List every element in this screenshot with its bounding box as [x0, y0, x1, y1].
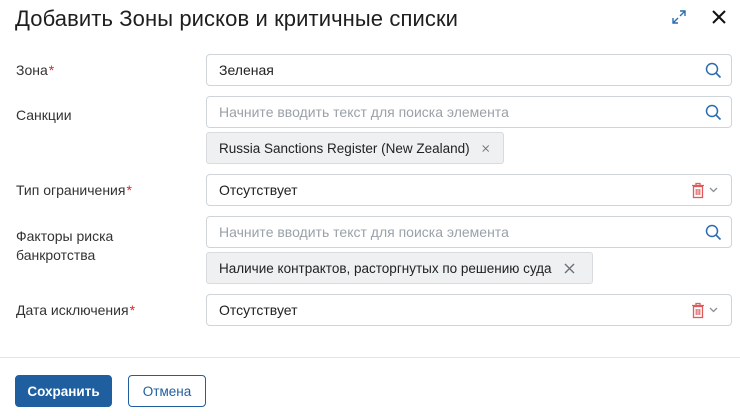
remove-chip-icon[interactable] — [481, 143, 489, 154]
exclusion-date-value: Отсутствует — [219, 302, 298, 318]
zone-value: Зеленая — [219, 62, 274, 78]
restriction-type-value: Отсутствует — [219, 182, 298, 198]
trash-icon[interactable] — [691, 302, 705, 319]
sanctions-placeholder: Начните вводить текст для поиска элемент… — [219, 104, 509, 120]
required-mark: * — [48, 62, 55, 78]
sanctions-chip: Russia Sanctions Register (New Zealand) — [206, 132, 504, 164]
footer-divider — [0, 357, 740, 358]
exclusion-date-label: Дата исключения* — [16, 302, 136, 318]
cancel-button[interactable]: Отмена — [128, 375, 206, 407]
chevron-down-icon[interactable] — [709, 187, 718, 193]
bankruptcy-factors-placeholder: Начните вводить текст для поиска элемент… — [219, 224, 509, 240]
expand-icon[interactable] — [671, 9, 687, 25]
dialog-title: Добавить Зоны рисков и критичные списки — [15, 6, 459, 31]
required-mark: * — [129, 302, 136, 318]
search-icon[interactable] — [705, 62, 722, 79]
required-mark: * — [126, 182, 132, 198]
bankruptcy-factor-chip: Наличие контрактов, расторгнутых по реше… — [206, 252, 593, 284]
chip-label: Наличие контрактов, расторгнутых по реше… — [219, 260, 552, 276]
zone-field[interactable]: Зеленая — [206, 54, 732, 86]
bankruptcy-factors-label: Факторы риска банкротства — [16, 228, 114, 263]
chip-label: Russia Sanctions Register (New Zealand) — [219, 140, 470, 156]
restriction-type-label: Тип ограничения* — [16, 182, 132, 198]
save-button[interactable]: Сохранить — [15, 375, 112, 407]
restriction-type-select[interactable]: Отсутствует — [206, 174, 732, 206]
close-icon[interactable] — [710, 8, 728, 26]
search-icon[interactable] — [705, 104, 722, 121]
chevron-down-icon[interactable] — [709, 307, 718, 313]
search-icon[interactable] — [705, 224, 722, 241]
remove-chip-icon[interactable] — [564, 263, 575, 274]
zone-label: Зона* — [16, 62, 55, 78]
exclusion-date-select[interactable]: Отсутствует — [206, 294, 732, 326]
sanctions-label: Санкции — [16, 107, 72, 123]
bankruptcy-factors-search-input[interactable]: Начните вводить текст для поиска элемент… — [206, 216, 732, 248]
trash-icon[interactable] — [691, 182, 705, 199]
sanctions-search-input[interactable]: Начните вводить текст для поиска элемент… — [206, 96, 732, 128]
